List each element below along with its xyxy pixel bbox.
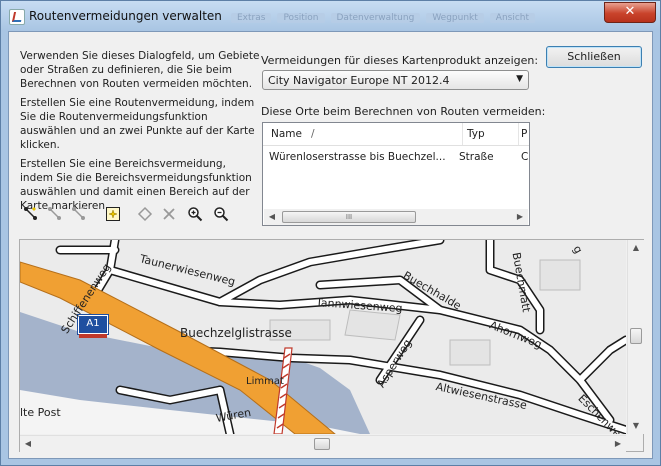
instruction-paragraph: Verwenden Sie dieses Dialogfeld, um Gebi…: [20, 50, 260, 90]
window-close-button[interactable]: ✕: [604, 2, 656, 23]
motorway-shield: A1: [78, 315, 108, 338]
avoidance-type: Straße: [459, 151, 494, 163]
map-horizontal-scrollbar[interactable]: ◀ ▶: [20, 435, 626, 452]
dialog-client-area: Verwenden Sie dieses Dialogfeld, um Gebi…: [8, 31, 653, 459]
avoidance-list-label: Diese Orte beim Berechnen von Routen ver…: [261, 105, 546, 118]
instruction-paragraph: Erstellen Sie eine Routenvermeidung, ind…: [20, 97, 255, 151]
list-horizontal-scrollbar[interactable]: ◀ III ▶: [264, 209, 528, 225]
background-tab: Ansicht: [489, 13, 536, 23]
map-label-buechzelglistrasse: Buechzelglistrasse: [180, 326, 292, 340]
column-header-label: P: [521, 128, 528, 140]
title-bar[interactable]: Routenvermeidungen verwalten Extras Posi…: [1, 1, 660, 31]
map-label-alte-post: lte Post: [20, 406, 61, 419]
background-tab: Position: [277, 13, 325, 23]
route-avoidance-disabled-icon[interactable]: [46, 205, 64, 223]
map-view[interactable]: A1 Schiffenenweg Taunerwiesenweg Buechha…: [19, 239, 644, 452]
map-vertical-scrollbar[interactable]: ▲ ▼: [627, 240, 644, 434]
close-button[interactable]: Schließen: [546, 46, 642, 68]
column-header-extra[interactable]: P: [519, 123, 529, 145]
chevron-down-icon: ▼: [516, 74, 523, 84]
scroll-down-icon[interactable]: ▼: [628, 418, 644, 434]
background-tab: Wegpunkt: [426, 13, 484, 23]
background-tab: Extras: [231, 13, 272, 23]
scroll-left-icon[interactable]: ◀: [264, 209, 280, 225]
scrollbar-thumb[interactable]: [630, 328, 642, 344]
scrollbar-thumb[interactable]: [314, 438, 330, 450]
zoom-in-icon[interactable]: [186, 205, 204, 223]
background-menu-tabs: Extras Position Datenverwaltung Wegpunkt…: [231, 13, 536, 23]
column-header-label: Name: [271, 128, 302, 140]
avoidance-list[interactable]: Name / Typ P Würenloserstrasse bis Buech…: [262, 122, 530, 226]
column-header-label: Typ: [467, 128, 485, 140]
map-product-value: City Navigator Europe NT 2012.4: [268, 74, 450, 87]
window-title: Routenvermeidungen verwalten: [29, 9, 222, 23]
sort-indicator-icon: /: [311, 128, 315, 140]
avoidance-name: Würenloserstrasse bis Buechzel...: [269, 151, 446, 163]
route-avoidance-tool-icon[interactable]: [22, 205, 40, 223]
scroll-right-icon[interactable]: ▶: [512, 209, 528, 225]
app-icon: [9, 9, 25, 25]
scroll-right-icon[interactable]: ▶: [610, 436, 626, 452]
map-label-limmat: Limmat: [246, 376, 284, 387]
map-canvas[interactable]: A1 Schiffenenweg Taunerwiesenweg Buechha…: [20, 240, 626, 434]
delete-point-icon[interactable]: [136, 205, 154, 223]
delete-avoidance-icon[interactable]: [160, 205, 178, 223]
list-item[interactable]: Würenloserstrasse bis Buechzel... Straße…: [263, 149, 529, 167]
zoom-out-icon[interactable]: [212, 205, 230, 223]
scroll-left-icon[interactable]: ◀: [20, 436, 36, 452]
avoidance-extra: C: [521, 151, 529, 163]
map-product-dropdown[interactable]: City Navigator Europe NT 2012.4 ▼: [262, 70, 529, 90]
scroll-up-icon[interactable]: ▲: [628, 240, 644, 256]
background-tab: Datenverwaltung: [330, 13, 421, 23]
area-avoidance-tool-icon[interactable]: [104, 205, 122, 223]
list-header: Name / Typ P: [263, 123, 529, 146]
product-label: Vermeidungen für dieses Kartenprodukt an…: [261, 54, 539, 67]
column-header-type[interactable]: Typ: [463, 123, 519, 145]
instructions: Verwenden Sie dieses Dialogfeld, um Gebi…: [20, 49, 260, 218]
dialog-window: Routenvermeidungen verwalten Extras Posi…: [0, 0, 661, 466]
column-header-name[interactable]: Name /: [263, 123, 463, 145]
route-avoidance-move-icon[interactable]: [70, 205, 88, 223]
scrollbar-thumb[interactable]: III: [282, 211, 416, 223]
